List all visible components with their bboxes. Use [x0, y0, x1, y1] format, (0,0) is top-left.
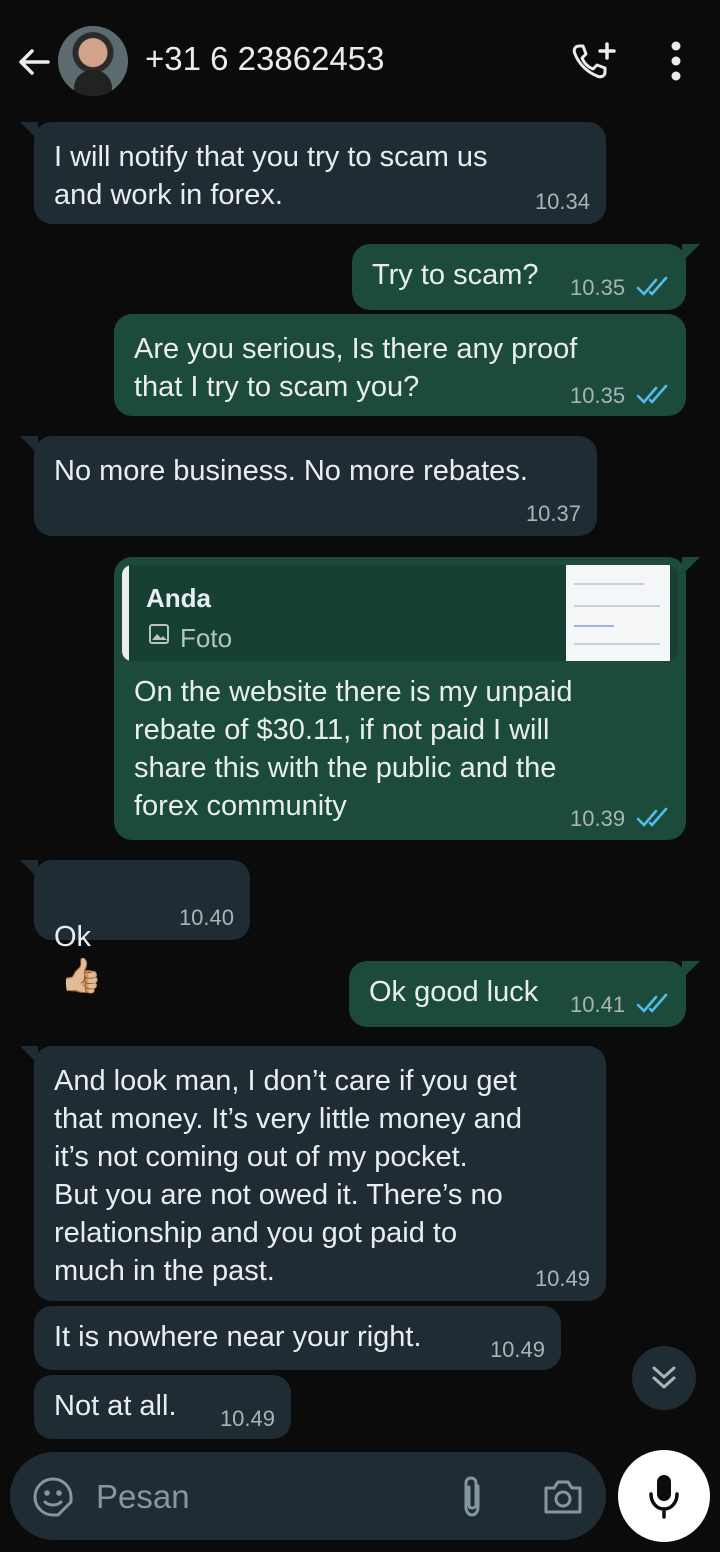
message-text: Not at all. [54, 1390, 177, 1422]
message-time: 10.35 [570, 383, 626, 408]
avatar[interactable] [58, 26, 128, 96]
message-text: Ok [54, 921, 92, 953]
more-vert-icon[interactable] [660, 40, 692, 82]
message-bubble-incoming[interactable]: I will notify that you try to scam us an… [34, 122, 606, 224]
message-time: 10.37 [525, 501, 581, 526]
photo-icon [149, 624, 169, 644]
read-ticks-icon [636, 276, 668, 296]
message-text: On the website there is my unpaid rebate… [134, 676, 573, 822]
read-ticks-icon [636, 807, 668, 827]
message-text: Try to scam? [372, 259, 539, 291]
back-arrow-icon[interactable] [14, 42, 54, 82]
camera-icon[interactable] [542, 1478, 584, 1516]
message-text: It is nowhere near your right. [54, 1321, 422, 1353]
message-text: Are you serious, Is there any proof that… [134, 333, 578, 403]
composer-bar [10, 1452, 606, 1540]
message-time: 10.49 [534, 1266, 590, 1291]
message-bubble-outgoing[interactable]: Are you serious, Is there any proof that… [114, 314, 686, 416]
quote-type: Foto [180, 623, 233, 653]
scroll-down-button[interactable] [632, 1346, 696, 1410]
quoted-message[interactable]: Anda Foto [122, 565, 678, 661]
message-bubble-incoming[interactable]: Not at all. 10.49 [34, 1375, 291, 1439]
message-text: I will notify that you try to scam us an… [54, 141, 488, 211]
message-bubble-incoming[interactable]: Ok 👍🏼 10.40 [34, 860, 250, 995]
message-time: 10.39 [570, 806, 626, 831]
message-time: 10.49 [219, 1406, 275, 1431]
read-ticks-icon [636, 993, 668, 1013]
sticker-icon[interactable] [32, 1476, 74, 1518]
message-bubble-incoming[interactable]: It is nowhere near your right. 10.49 [34, 1306, 561, 1370]
message-text-wrap: Ok 👍🏼 [54, 880, 102, 995]
message-time: 10.34 [534, 189, 590, 214]
message-time: 10.49 [489, 1337, 545, 1362]
message-bubble-outgoing[interactable]: Ok good luck 10.41 [349, 961, 686, 1027]
mic-icon [649, 1475, 679, 1519]
message-bubble-outgoing[interactable]: Try to scam? 10.35 [352, 244, 686, 310]
thumbs-up-emoji: 👍🏼 [60, 957, 103, 996]
contact-name[interactable]: +31 6 23862453 [145, 40, 385, 78]
message-time: 10.40 [178, 905, 234, 930]
message-bubble-outgoing[interactable]: Anda Foto On the website there is my unp… [114, 557, 686, 840]
message-bubble-incoming[interactable]: And look man, I don’t care if you get th… [34, 1046, 606, 1301]
message-input[interactable] [94, 1470, 418, 1524]
message-list[interactable]: I will notify that you try to scam us an… [0, 116, 720, 1439]
message-text: No more business. No more rebates. [54, 455, 528, 487]
quote-author: Anda [146, 583, 211, 613]
quote-accent-bar [122, 565, 129, 661]
message-bubble-incoming[interactable]: No more business. No more rebates. 10.37 [34, 436, 597, 536]
chat-header: +31 6 23862453 [0, 0, 720, 116]
message-text: Ok good luck [369, 976, 539, 1008]
attach-icon[interactable] [456, 1474, 488, 1520]
message-text: And look man, I don’t care if you get th… [54, 1065, 522, 1287]
message-time: 10.41 [570, 992, 626, 1017]
quote-thumbnail [566, 565, 670, 661]
add-call-icon[interactable] [569, 40, 617, 84]
mic-button[interactable] [618, 1450, 710, 1542]
scroll-down-icon [652, 1366, 676, 1389]
message-time: 10.35 [570, 275, 626, 300]
read-ticks-icon [636, 384, 668, 404]
